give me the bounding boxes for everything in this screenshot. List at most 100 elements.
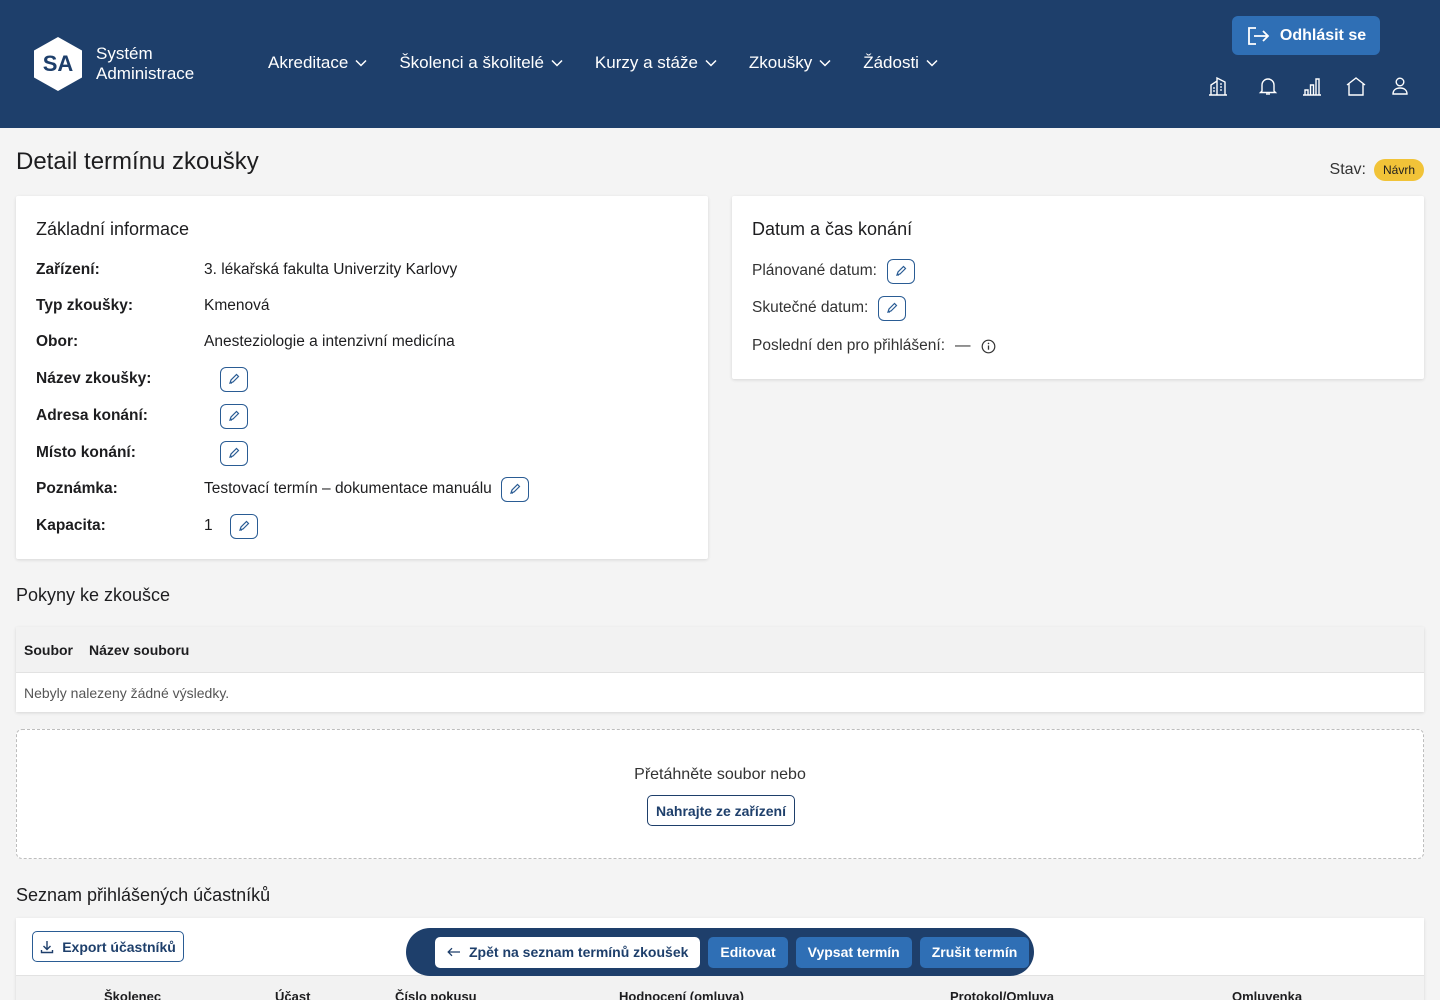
app-name-line1: Systém: [96, 44, 153, 63]
chevron-down-icon: [926, 59, 938, 67]
app-name[interactable]: Systém Administrace: [96, 44, 194, 84]
column-header-omluvenka[interactable]: Omluvenka: [1232, 989, 1302, 1000]
export-label: Export účastníků: [62, 938, 176, 955]
edit-button[interactable]: [500, 476, 529, 502]
info-label: Obor:: [36, 333, 79, 350]
nav-skolenci[interactable]: Školenci a školitelé: [399, 52, 563, 74]
publish-term-button[interactable]: Vypsat termín: [795, 936, 912, 968]
info-row-adresa: Adresa konání:: [36, 403, 248, 429]
pencil-icon: [896, 265, 907, 276]
column-header-ucast[interactable]: Účast: [275, 989, 310, 1000]
info-label: Místo konání:: [36, 444, 136, 461]
nav-zadosti[interactable]: Žádosti: [863, 52, 938, 74]
bell-icon[interactable]: [1257, 75, 1279, 97]
download-icon: [41, 940, 54, 953]
datetime-title: Datum a čas konání: [752, 219, 913, 239]
nav-kurzy[interactable]: Kurzy a stáže: [595, 52, 717, 74]
column-header-protokol[interactable]: Protokol/Omluva: [950, 989, 1054, 1000]
logout-label: Odhlásit se: [1279, 26, 1367, 44]
edit-button[interactable]: Editovat: [708, 936, 788, 968]
building-icon[interactable]: [1207, 75, 1229, 97]
column-header-nazev[interactable]: Název souboru: [89, 642, 189, 658]
nav-label: Školenci a školitelé: [399, 53, 544, 72]
chevron-down-icon: [705, 59, 717, 67]
edit-actual-date-button[interactable]: [878, 295, 907, 321]
chevron-down-icon: [551, 59, 563, 67]
info-row-poznamka: Poznámka: Testovací termín – dokumentace…: [36, 476, 529, 502]
info-row-nazev: Název zkoušky:: [36, 366, 248, 392]
chevron-down-icon: [355, 59, 367, 67]
planned-date-row: Plánované datum:: [752, 258, 915, 284]
info-label: Poznámka:: [36, 480, 118, 497]
status: Stav: Návrh: [1330, 159, 1424, 181]
info-value: Anesteziologie a intenzivní medicína: [204, 333, 455, 350]
upload-from-device-button[interactable]: Nahrajte ze zařízení: [647, 795, 795, 826]
nav-label: Akreditace: [268, 53, 349, 72]
cancel-term-button[interactable]: Zrušit termín: [919, 936, 1030, 968]
info-label: Adresa konání:: [36, 407, 148, 424]
basic-info-title: Základní informace: [36, 219, 190, 239]
status-label: Stav:: [1329, 161, 1366, 178]
column-header-hodnoceni[interactable]: Hodnocení (omluva): [619, 989, 744, 1000]
participants-title: Seznam přihlášených účastníků: [16, 885, 271, 905]
app-name-line2: Administrace: [96, 64, 195, 83]
info-icon[interactable]: [981, 339, 996, 354]
info-value: Testovací termín – dokumentace manuálu: [204, 480, 492, 497]
table-header: Soubor Název souboru: [16, 627, 1424, 673]
last-day-row: Poslední den pro přihlášení: —: [752, 333, 996, 359]
info-label: Typ zkoušky:: [36, 297, 134, 314]
pencil-icon: [229, 410, 240, 421]
info-row-kapacita: Kapacita: 1: [36, 513, 258, 539]
nav-zkousky[interactable]: Zkoušky: [749, 52, 831, 74]
back-to-list-button[interactable]: Zpět na seznam termínů zkoušek: [435, 936, 701, 968]
nav-label: Zkoušky: [748, 53, 813, 72]
top-navigation-bar: SA Systém Administrace Akreditace Školen…: [0, 0, 1440, 128]
home-icon[interactable]: [1345, 75, 1367, 97]
last-day-label: Poslední den pro přihlášení:: [752, 337, 946, 354]
info-value: Kmenová: [204, 297, 270, 314]
last-day-value: —: [955, 337, 971, 354]
edit-button[interactable]: [229, 513, 258, 539]
logout-icon: [1247, 26, 1270, 45]
column-header-cislo-pokusu[interactable]: Číslo pokusu: [395, 989, 477, 1000]
edit-button[interactable]: [220, 403, 248, 429]
actual-date-label: Skutečné datum:: [752, 299, 869, 316]
info-value: 3. lékařská fakulta Univerzity Karlovy: [204, 261, 458, 278]
main-nav: Akreditace Školenci a školitelé Kurzy a …: [268, 52, 970, 74]
edit-button[interactable]: [220, 440, 248, 466]
arrow-left-icon: [447, 947, 460, 957]
pencil-icon: [229, 447, 240, 458]
edit-button[interactable]: [220, 366, 248, 392]
logo-initials: SA: [42, 51, 74, 76]
pencil-icon: [887, 302, 898, 313]
chart-icon[interactable]: [1301, 75, 1323, 97]
info-row-zarizeni: Zařízení: 3. lékařská fakulta Univerzity…: [36, 257, 457, 283]
dropzone-text: Přetáhněte soubor nebo: [634, 766, 806, 783]
column-header-skolenec[interactable]: Školenec: [104, 989, 161, 1000]
user-icon[interactable]: [1389, 75, 1411, 97]
chevron-down-icon: [819, 59, 831, 67]
nav-label: Žádosti: [863, 53, 919, 72]
page-title: Detail termínu zkoušky: [16, 148, 259, 175]
back-label: Zpět na seznam termínů zkoušek: [469, 944, 689, 960]
pencil-icon: [509, 483, 521, 494]
edit-planned-date-button[interactable]: [886, 258, 915, 284]
participants-table-header: Školenec Účast Číslo pokusu Hodnocení (o…: [16, 975, 1424, 1000]
pencil-icon: [229, 373, 240, 384]
export-participants-button[interactable]: Export účastníků: [32, 931, 184, 962]
status-badge: Návrh: [1373, 159, 1424, 181]
info-value: 1: [204, 517, 213, 534]
logout-button[interactable]: Odhlásit se: [1232, 16, 1380, 55]
instructions-title: Pokyny ke zkoušce: [16, 585, 171, 605]
file-dropzone[interactable]: Přetáhněte soubor nebo Nahrajte ze zaříz…: [16, 729, 1424, 859]
info-label: Název zkoušky:: [36, 370, 152, 387]
floating-action-bar: Zpět na seznam termínů zkoušek Editovat …: [406, 928, 1034, 976]
planned-date-label: Plánované datum:: [752, 262, 877, 279]
info-row-misto: Místo konání:: [36, 440, 248, 466]
datetime-card: Datum a čas konání Plánované datum: Skut…: [732, 196, 1424, 379]
info-label: Zařízení:: [36, 261, 100, 278]
column-header-soubor[interactable]: Soubor: [24, 642, 73, 658]
info-label: Kapacita:: [36, 517, 106, 534]
nav-akreditace[interactable]: Akreditace: [268, 52, 367, 74]
pencil-icon: [238, 520, 249, 531]
